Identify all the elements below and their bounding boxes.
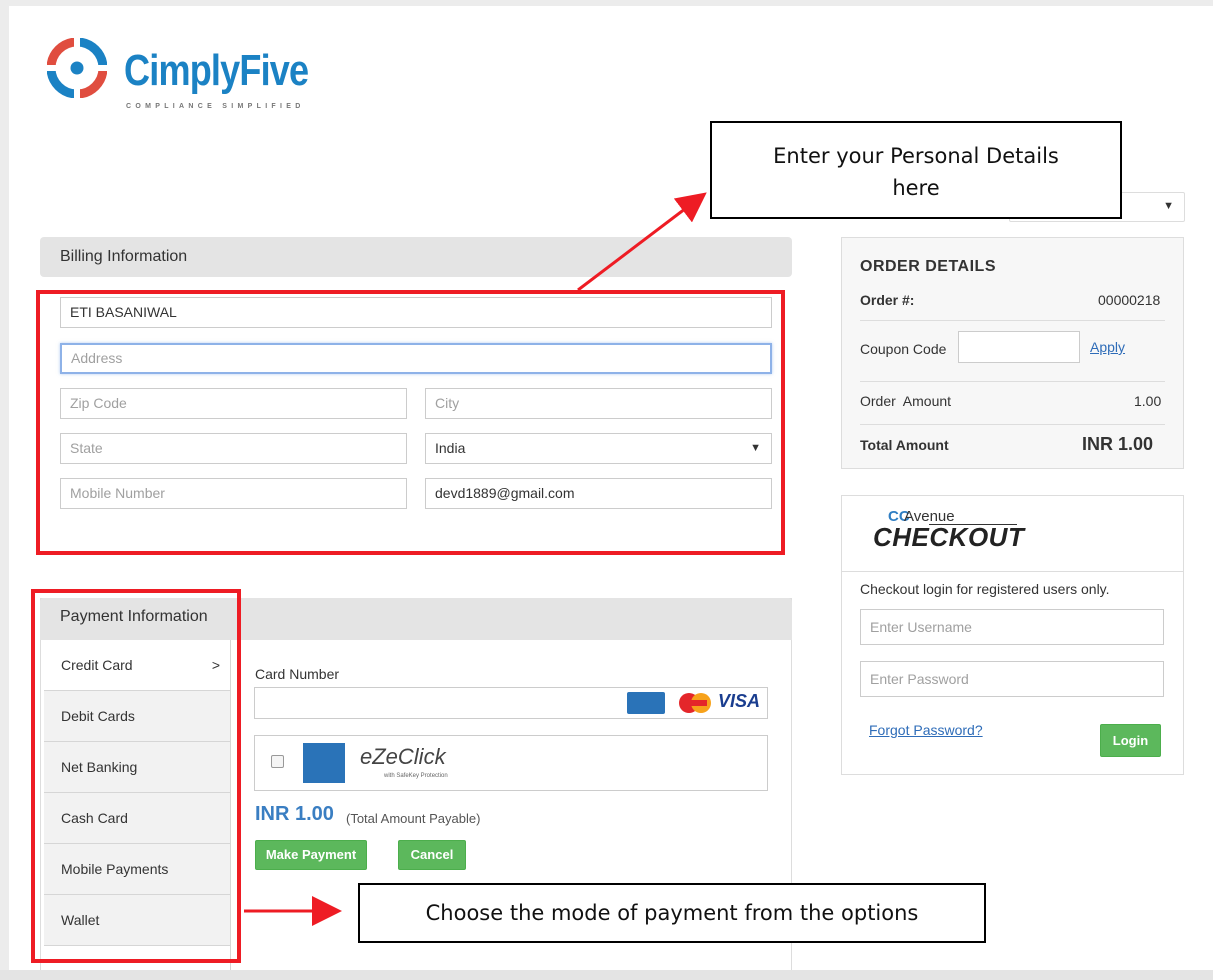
order-amount-label: Order Amount: [860, 393, 952, 409]
divider: [860, 424, 1165, 425]
amex-ezeclick-icon: [303, 743, 345, 783]
payable-amount: INR 1.00: [255, 803, 334, 825]
make-payment-button[interactable]: Make Payment: [255, 840, 367, 870]
order-number-value: 00000218: [1098, 292, 1161, 308]
apply-coupon-link[interactable]: Apply: [1090, 339, 1125, 355]
mastercard-icon: [679, 693, 711, 713]
divider: [860, 320, 1165, 321]
card-number-label: Card Number: [255, 666, 340, 682]
payment-tabs-highlight-box: [31, 589, 241, 963]
callout-line-1: Enter your Personal Details: [773, 144, 1059, 168]
caret-down-icon: ▼: [1163, 200, 1174, 212]
brand-name: CimplyFive: [124, 46, 309, 95]
bottom-bar: [0, 970, 1213, 980]
divider: [860, 381, 1165, 382]
payment-mode-callout: Choose the mode of payment from the opti…: [358, 883, 986, 943]
coupon-code-input[interactable]: [958, 331, 1080, 363]
payable-amount-note: (Total Amount Payable): [346, 811, 481, 826]
password-input[interactable]: Enter Password: [860, 661, 1164, 697]
total-amount-value: INR 1.00: [1082, 434, 1154, 454]
ezeclick-label: eZeClick: [360, 744, 446, 769]
order-details-title: ORDER DETAILS: [860, 258, 996, 275]
ccavenue-checkout-logo: CHECKOUT: [873, 522, 1025, 552]
order-amount-value: 1.00: [1134, 393, 1162, 409]
ezeclick-checkbox[interactable]: [271, 755, 284, 768]
visa-icon: VISA: [718, 691, 761, 711]
coupon-code-label: Coupon Code: [860, 341, 947, 357]
cancel-button[interactable]: Cancel: [398, 840, 466, 870]
personal-details-callout: Enter your Personal Details here: [710, 121, 1122, 219]
amex-card-icon: [627, 692, 665, 714]
login-button[interactable]: Login: [1100, 724, 1161, 757]
ezeclick-sub: with SafeKey Protection: [384, 773, 448, 779]
username-input[interactable]: Enter Username: [860, 609, 1164, 645]
cimplyfive-logo-icon: [47, 38, 107, 98]
forgot-password-link[interactable]: Forgot Password?: [869, 722, 983, 738]
callout-line-2: here: [892, 176, 940, 200]
billing-highlight-box: [36, 290, 785, 555]
checkout-note: Checkout login for registered users only…: [860, 581, 1110, 597]
brand-tagline: COMPLIANCE SIMPLIFIED: [126, 103, 305, 110]
total-amount-label: Total Amount: [860, 437, 949, 453]
billing-header: Billing Information: [40, 237, 792, 277]
order-number-label: Order #:: [860, 292, 915, 308]
